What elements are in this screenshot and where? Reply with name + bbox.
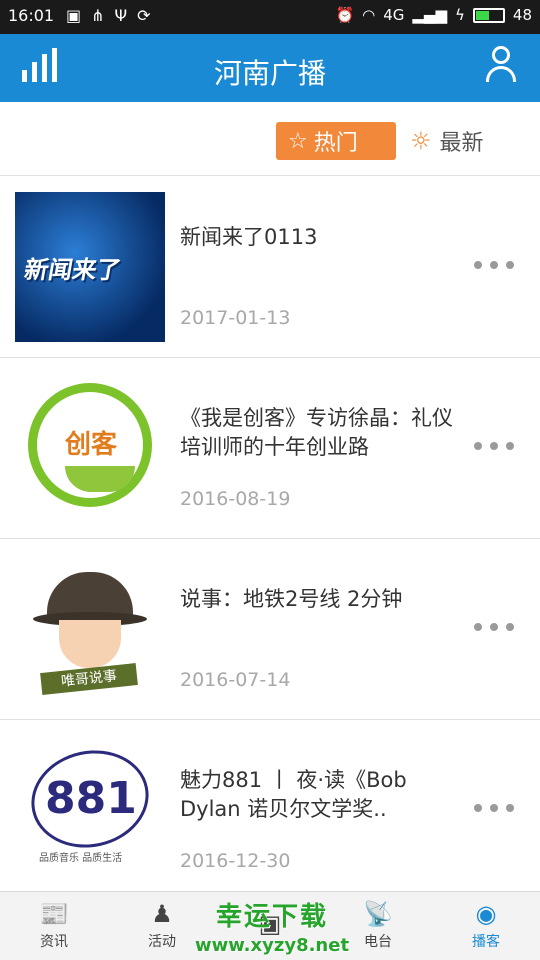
alarm-icon: ⏰ <box>335 6 355 24</box>
cell-signal-icon: ▂▄▆ <box>412 6 447 24</box>
sync-icon: ⟳ <box>137 6 151 25</box>
status-bar: 16:01 ▣ ⋔ Ψ ⟳ ⏰ ◠ 4G ▂▄▆ ϟ 48 <box>0 0 540 34</box>
tab-label: 播客 <box>472 934 500 950</box>
usb-icon: Ψ <box>114 6 128 25</box>
thumbnail-image: 唯哥说事 <box>15 554 165 704</box>
filter-row: ☆ 热门 ☼ 最新 <box>0 102 540 176</box>
battery-text: 48 <box>512 6 532 24</box>
battery-icon <box>472 7 505 23</box>
status-right: ⏰ ◠ 4G ▂▄▆ ϟ 48 <box>335 6 532 24</box>
tab-label: 活动 <box>148 934 176 950</box>
network-label: 4G <box>383 6 405 24</box>
news-icon: 📰 <box>39 900 69 928</box>
bottom-nav: 📰 资讯 ♟ 活动 ▣ 📡 电台 ◉ 播客 <box>0 891 540 960</box>
new-label: 最新 <box>439 131 484 156</box>
phone-icon: ▣ <box>258 910 282 938</box>
podcast-icon: ◉ <box>475 900 497 928</box>
item-date: 2017-01-13 <box>180 307 291 329</box>
tab-radio[interactable]: 📡 电台 <box>324 892 432 960</box>
tab-podcast[interactable]: ◉ 播客 <box>432 892 540 960</box>
thumbnail-image: 新闻来了 <box>15 192 165 342</box>
tab-news[interactable]: 📰 资讯 <box>0 892 108 960</box>
podcast-list: 新闻来了 新闻来了0113 2017-01-13 创客 《我是创客》专访徐晶：礼… <box>0 177 540 901</box>
item-title: 说事：地铁2号线 2分钟 <box>180 587 403 611</box>
item-title: 新闻来了0113 <box>180 225 318 249</box>
hot-label: 热门 <box>313 131 358 156</box>
star-icon: ☆ <box>288 128 308 154</box>
usb-share-icon: ⋔ <box>91 6 105 25</box>
hot-button[interactable]: ☆ 热门 <box>276 122 396 160</box>
activity-icon: ♟ <box>151 900 173 928</box>
tab-label: 资讯 <box>40 934 68 950</box>
thumbnail-image: 创客 <box>15 373 165 523</box>
more-icon[interactable] <box>474 442 514 452</box>
tab-label: 电台 <box>364 934 392 950</box>
item-date: 2016-07-14 <box>180 669 291 691</box>
more-icon[interactable] <box>474 804 514 814</box>
item-date: 2016-08-19 <box>180 488 291 510</box>
app-bar: 河南广播 <box>0 34 540 102</box>
list-item[interactable]: 创客 《我是创客》专访徐晶：礼仪培训师的十年创业路 2016-08-19 <box>0 358 540 539</box>
lightbulb-icon: ☼ <box>410 127 432 155</box>
item-date: 2016-12-30 <box>180 850 291 872</box>
more-icon[interactable] <box>474 623 514 633</box>
tab-activity[interactable]: ♟ 活动 <box>108 892 216 960</box>
list-item[interactable]: 唯哥说事 说事：地铁2号线 2分钟 2016-07-14 <box>0 539 540 720</box>
status-left-icons: ▣ ⋔ Ψ ⟳ <box>66 6 151 25</box>
app-title: 河南广播 <box>213 57 326 90</box>
list-item[interactable]: 新闻来了 新闻来了0113 2017-01-13 <box>0 177 540 358</box>
status-time: 16:01 <box>8 6 55 25</box>
radio-tower-icon: 📡 <box>363 900 393 928</box>
wifi-icon: ◠ <box>362 6 376 24</box>
user-icon[interactable] <box>484 46 518 82</box>
charging-icon: ϟ <box>455 6 465 24</box>
list-item[interactable]: 881 品质音乐 品质生活 魅力881 丨 夜·读《Bob Dylan 诺贝尔文… <box>0 720 540 901</box>
more-icon[interactable] <box>474 261 514 271</box>
thumbnail-image: 881 品质音乐 品质生活 <box>15 735 165 885</box>
item-title: 魅力881 丨 夜·读《Bob Dylan 诺贝尔文学奖.. <box>180 768 407 821</box>
image-icon: ▣ <box>66 6 82 25</box>
new-button[interactable]: ☼ 最新 <box>410 122 484 160</box>
item-title: 《我是创客》专访徐晶：礼仪培训师的十年创业路 <box>180 406 453 459</box>
tab-center[interactable]: ▣ <box>216 892 324 960</box>
